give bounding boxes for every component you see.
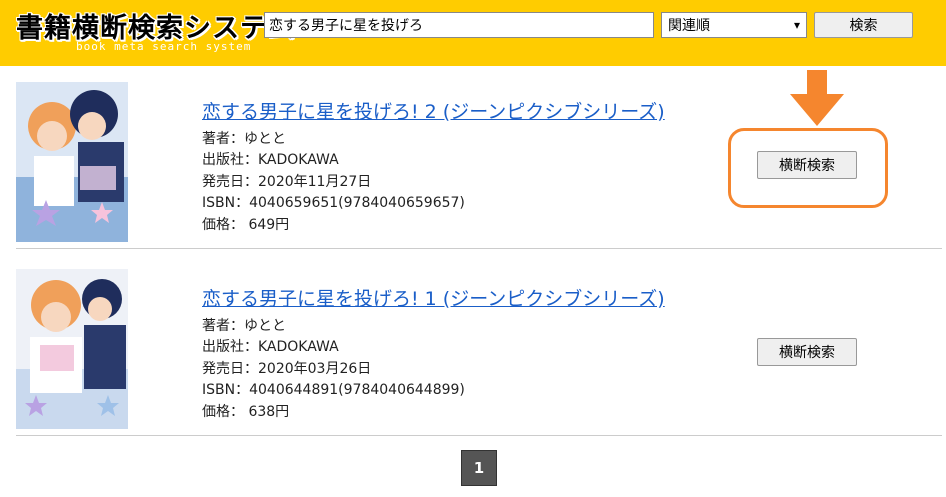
- release-date-text: 発売日：2020年03月26日: [202, 360, 372, 377]
- site-header: 書籍横断検索システム book meta search system 恋する男子…: [0, 0, 946, 66]
- sort-select[interactable]: 関連順 ▾: [661, 12, 807, 38]
- publisher-text: 出版社：KADOKAWA: [202, 339, 339, 356]
- chevron-down-icon: ▾: [793, 18, 800, 32]
- price-text: 価格： 638円: [202, 403, 290, 420]
- cross-search-button[interactable]: 横断検索: [757, 338, 857, 366]
- pagination-page-button[interactable]: 1: [461, 450, 497, 486]
- price-text: 価格： 649円: [202, 216, 290, 233]
- logo-subtitle: book meta search system: [76, 40, 252, 53]
- book-title-link[interactable]: 恋する男子に星を投げろ! 2 (ジーンピクシブシリーズ): [202, 97, 665, 124]
- search-input[interactable]: 恋する男子に星を投げろ: [264, 12, 654, 38]
- result-item: 恋する男子に星を投げろ! 1 (ジーンピクシブシリーズ) 著者：ゆとと 出版社：…: [16, 249, 942, 436]
- publisher-text: 出版社：KADOKAWA: [202, 152, 339, 169]
- author-text: 著者：ゆとと: [202, 318, 286, 334]
- site-logo[interactable]: 書籍横断検索システム book meta search system: [16, 6, 294, 58]
- author-text: 著者：ゆとと: [202, 131, 286, 147]
- cover-art: [16, 269, 128, 429]
- book-meta: 著者：ゆとと 出版社：KADOKAWA 発売日：2020年11月27日 ISBN…: [202, 129, 465, 236]
- isbn-text: ISBN：4040659651(9784040659657): [202, 195, 465, 212]
- arrow-down-icon: [790, 70, 844, 126]
- sort-selected-value: 関連順: [668, 18, 710, 34]
- book-cover-image[interactable]: [16, 269, 128, 429]
- book-cover-image[interactable]: [16, 82, 128, 242]
- cover-art: [16, 82, 128, 242]
- release-date-text: 発売日：2020年11月27日: [202, 173, 372, 190]
- search-button[interactable]: 検索: [814, 12, 913, 38]
- highlight-box: [728, 128, 888, 208]
- book-meta: 著者：ゆとと 出版社：KADOKAWA 発売日：2020年03月26日 ISBN…: [202, 316, 465, 423]
- book-title-link[interactable]: 恋する男子に星を投げろ! 1 (ジーンピクシブシリーズ): [202, 284, 665, 311]
- isbn-text: ISBN：4040644891(9784040644899): [202, 382, 465, 399]
